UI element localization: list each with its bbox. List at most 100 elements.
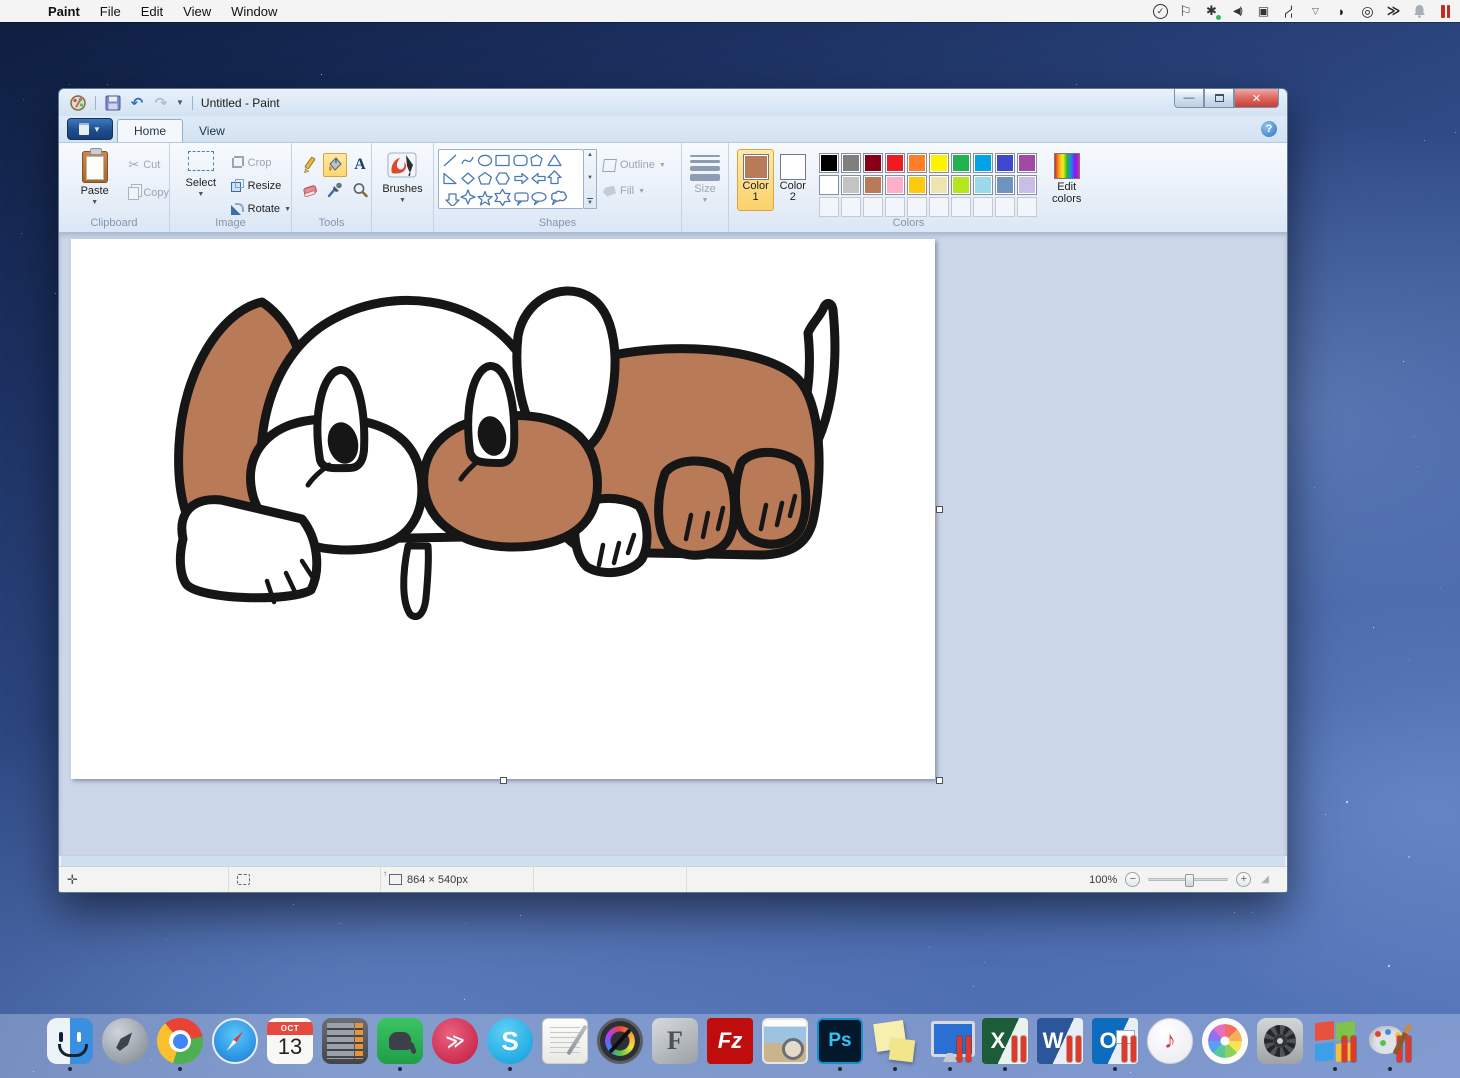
rotate-button[interactable]: Rotate ▼ (230, 199, 291, 219)
drawing-canvas[interactable] (71, 239, 935, 779)
magnifier-tool[interactable] (348, 178, 372, 202)
zoom-in-button[interactable]: + (1236, 872, 1251, 887)
color-swatch-empty[interactable] (841, 197, 861, 217)
copy-button[interactable]: Copy (128, 183, 169, 203)
color-swatch-b5e61d[interactable] (951, 175, 971, 195)
dock-calculator-icon[interactable] (321, 1018, 369, 1064)
maximize-button[interactable] (1204, 89, 1234, 108)
paint-app-icon[interactable] (69, 95, 87, 111)
dock-safari-icon[interactable] (211, 1018, 259, 1064)
color-swatch-ed1c24[interactable] (885, 153, 905, 173)
dock-skype-icon[interactable]: S (486, 1018, 534, 1071)
undo-button[interactable]: ↶ (128, 95, 146, 111)
color-swatch-c3c3c3[interactable] (841, 175, 861, 195)
dock-itunes-icon[interactable]: ♪ (1146, 1018, 1194, 1064)
color-swatch-empty[interactable] (907, 197, 927, 217)
notification-bell-icon[interactable] (1411, 3, 1428, 20)
dock-photos-icon[interactable] (1201, 1018, 1249, 1064)
flag-icon[interactable]: ⚐ (1177, 3, 1194, 20)
color-swatch-fff200[interactable] (929, 153, 949, 173)
canvas-resize-handle-corner[interactable] (936, 777, 943, 784)
time-machine-icon[interactable]: ✓ (1153, 4, 1168, 19)
dock-paint-icon[interactable] (1366, 1018, 1414, 1071)
tab-view[interactable]: View (183, 120, 241, 142)
dock-outlook-icon[interactable]: O (1091, 1018, 1139, 1071)
dock-windows-start-icon[interactable] (1311, 1018, 1359, 1071)
power-plug-icon[interactable]: ⌥ (1281, 3, 1298, 20)
color-swatch-efe4b0[interactable] (929, 175, 949, 195)
dock-chrome-icon[interactable] (156, 1018, 204, 1071)
dock-filezilla-icon[interactable]: Fz (706, 1018, 754, 1064)
color-swatch-empty[interactable] (819, 197, 839, 217)
menu-window[interactable]: Window (221, 4, 287, 19)
zoom-out-button[interactable]: − (1125, 872, 1140, 887)
color-swatch-empty[interactable] (929, 197, 949, 217)
text-tool[interactable]: A (348, 153, 372, 177)
color-swatch-22b14c[interactable] (951, 153, 971, 173)
scanner-icon[interactable]: ▣ (1255, 3, 1272, 20)
qat-dropdown-icon[interactable]: ▼ (176, 98, 184, 107)
size-button[interactable]: Size ▼ (682, 149, 728, 232)
cut-button[interactable]: ✂ Cut (128, 155, 169, 175)
dock-skitch-icon[interactable] (431, 1018, 479, 1064)
color-swatch-empty[interactable] (1017, 197, 1037, 217)
dock-color-meter-icon[interactable] (596, 1018, 644, 1064)
color-picker-tool[interactable] (323, 178, 347, 202)
dock-stickies-icon[interactable] (871, 1018, 919, 1071)
pencil-tool[interactable] (298, 153, 322, 177)
dock-system-preferences-icon[interactable] (1256, 1018, 1304, 1064)
color2-button[interactable]: Color2 (774, 149, 811, 211)
close-button[interactable]: ✕ (1234, 89, 1279, 108)
color-swatch-7f7f7f[interactable] (841, 153, 861, 173)
eraser-tool[interactable] (298, 178, 322, 202)
color-swatch-c8bfe7[interactable] (1017, 175, 1037, 195)
save-button[interactable] (104, 95, 122, 111)
canvas-resize-handle-bottom[interactable] (500, 777, 507, 784)
dock-photoshop-icon[interactable]: Ps (816, 1018, 864, 1071)
fastlane-icon[interactable]: ≫ (1385, 3, 1402, 20)
file-menu-button[interactable]: ▼ (67, 118, 113, 140)
dock-font-book-icon[interactable]: F (651, 1018, 699, 1064)
color-swatch-ffaec9[interactable] (885, 175, 905, 195)
canvas-resize-handle-right[interactable] (936, 506, 943, 513)
color-swatch-99d9ea[interactable] (973, 175, 993, 195)
color-swatch-b97a57[interactable] (863, 175, 883, 195)
color-swatch-ffffff[interactable] (819, 175, 839, 195)
adobe-creative-cloud-icon[interactable]: ◎ (1359, 3, 1376, 20)
outline-button[interactable]: Outline ▼ (603, 155, 666, 175)
brushes-button[interactable]: Brushes ▼ (377, 149, 429, 232)
zoom-slider-thumb[interactable] (1185, 874, 1194, 887)
color-swatch-empty[interactable] (995, 197, 1015, 217)
color-swatch-000000[interactable] (819, 153, 839, 173)
menu-edit[interactable]: Edit (131, 4, 173, 19)
fill-tool-selected[interactable] (323, 153, 347, 177)
color-swatch-ff7f27[interactable] (907, 153, 927, 173)
chevron-down-icon[interactable]: ▽ (1307, 3, 1324, 20)
resize-grip[interactable]: ◢ (1261, 874, 1269, 885)
menu-paint[interactable]: Paint (38, 4, 90, 19)
dock-textedit-icon[interactable] (541, 1018, 589, 1064)
dock-parallels-vm-icon[interactable] (926, 1018, 974, 1071)
dock-launchpad-icon[interactable] (101, 1018, 149, 1064)
fill-button[interactable]: Fill ▼ (603, 181, 666, 201)
crop-button[interactable]: Crop (230, 153, 291, 173)
title-bar[interactable]: ↶ ↷ ▼ Untitled - Paint — ✕ (59, 89, 1287, 116)
parallels-paused-icon[interactable] (1437, 3, 1454, 20)
color-swatch-880015[interactable] (863, 153, 883, 173)
dock-excel-icon[interactable]: X (981, 1018, 1029, 1071)
help-icon[interactable]: ? (1261, 121, 1277, 137)
menu-view[interactable]: View (173, 4, 221, 19)
color-swatch-7092be[interactable] (995, 175, 1015, 195)
color-swatch-ffc90e[interactable] (907, 175, 927, 195)
minimize-button[interactable]: — (1174, 89, 1204, 108)
color-swatch-empty[interactable] (973, 197, 993, 217)
resize-button[interactable]: Resize (230, 176, 291, 196)
dock-calendar-icon[interactable]: OCT13 (266, 1018, 314, 1064)
color-swatch-empty[interactable] (863, 197, 883, 217)
evernote-icon[interactable]: ◗ (1333, 3, 1350, 20)
dock-preview-icon[interactable] (761, 1018, 809, 1064)
dock-finder-icon[interactable] (46, 1018, 94, 1071)
zoom-slider[interactable] (1148, 878, 1228, 881)
color-swatch-empty[interactable] (885, 197, 905, 217)
color-swatch-3f48cc[interactable] (995, 153, 1015, 173)
